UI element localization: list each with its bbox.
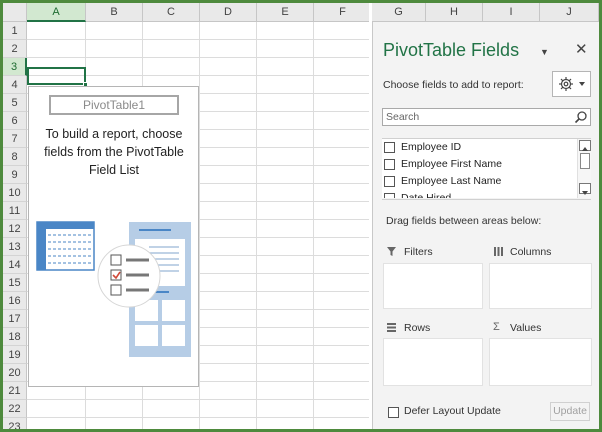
gridline bbox=[27, 417, 369, 418]
row-header-8[interactable]: 8 bbox=[3, 148, 27, 166]
row-header-5[interactable]: 5 bbox=[3, 94, 27, 112]
choose-fields-label: Choose fields to add to report: bbox=[383, 79, 524, 91]
field-checkbox[interactable] bbox=[384, 176, 395, 187]
field-list-scrollbar[interactable] bbox=[577, 139, 591, 198]
field-search-input[interactable]: Search bbox=[382, 108, 591, 126]
row-header-17[interactable]: 17 bbox=[3, 310, 27, 328]
row-header-9[interactable]: 9 bbox=[3, 166, 27, 184]
column-header-i[interactable]: I bbox=[483, 3, 540, 22]
update-button[interactable]: Update bbox=[550, 402, 590, 421]
field-label: Employee ID bbox=[401, 141, 462, 153]
row-header-12[interactable]: 12 bbox=[3, 220, 27, 238]
field-label: Employee First Name bbox=[401, 158, 502, 170]
column-header-g[interactable]: G bbox=[372, 3, 426, 22]
pivottable-illustration-icon bbox=[29, 217, 200, 367]
field-item-employee-last-name[interactable]: Employee Last Name bbox=[384, 173, 572, 190]
pane-title: PivotTable Fields bbox=[383, 40, 520, 60]
row-header-15[interactable]: 15 bbox=[3, 274, 27, 292]
field-checkbox[interactable] bbox=[384, 159, 395, 170]
pivottable-instructions: To build a report, choose fields from th… bbox=[35, 125, 193, 179]
row-header-2[interactable]: 2 bbox=[3, 40, 27, 58]
field-item-date-hired[interactable]: Date Hired bbox=[384, 190, 572, 198]
values-area-label: Values bbox=[510, 322, 542, 334]
pane-options-dropdown-icon[interactable]: ▼ bbox=[540, 47, 550, 57]
sigma-icon: Σ bbox=[493, 321, 500, 333]
column-header-e[interactable]: E bbox=[257, 3, 314, 22]
pivottable-placeholder[interactable]: PivotTable1 To build a report, choose fi… bbox=[28, 86, 199, 387]
row-header-7[interactable]: 7 bbox=[3, 130, 27, 148]
values-drop-area[interactable] bbox=[489, 338, 592, 386]
gridline bbox=[256, 22, 257, 429]
search-icon[interactable] bbox=[574, 110, 588, 124]
columns-drop-area[interactable] bbox=[489, 263, 592, 309]
gridline bbox=[27, 399, 369, 400]
row-header-19[interactable]: 19 bbox=[3, 346, 27, 364]
column-header-h[interactable]: H bbox=[426, 3, 483, 22]
rows-drop-area[interactable] bbox=[383, 338, 483, 386]
row-header-20[interactable]: 20 bbox=[3, 364, 27, 382]
row-header-3[interactable]: 3 bbox=[3, 58, 27, 76]
field-checkbox[interactable] bbox=[384, 193, 395, 198]
row-header-6[interactable]: 6 bbox=[3, 112, 27, 130]
filters-area-label: Filters bbox=[404, 246, 433, 258]
row-header-11[interactable]: 11 bbox=[3, 202, 27, 220]
column-header-c[interactable]: C bbox=[143, 3, 200, 22]
pivottable-name-label: PivotTable1 bbox=[49, 95, 179, 115]
rows-icon bbox=[386, 322, 397, 336]
search-placeholder: Search bbox=[386, 111, 420, 123]
gridline bbox=[27, 39, 369, 40]
gridline bbox=[313, 22, 314, 429]
field-item-employee-id[interactable]: Employee ID bbox=[384, 139, 572, 156]
pivottable-fields-pane: PivotTable Fields ▼ ✕ Choose fields to a… bbox=[372, 22, 599, 429]
app-window: A B C D E F 1 2 3 4 5 6 7 8 9 10 11 12 1… bbox=[0, 0, 602, 432]
close-icon[interactable]: ✕ bbox=[575, 42, 588, 57]
scroll-down-icon[interactable] bbox=[579, 183, 591, 195]
column-header-b[interactable]: B bbox=[86, 3, 143, 22]
row-header-13[interactable]: 13 bbox=[3, 238, 27, 256]
filters-drop-area[interactable] bbox=[383, 263, 483, 309]
column-header-d[interactable]: D bbox=[200, 3, 257, 22]
row-header-18[interactable]: 18 bbox=[3, 328, 27, 346]
scroll-up-icon[interactable] bbox=[579, 140, 591, 151]
gridline bbox=[27, 57, 369, 58]
scrollbar-thumb[interactable] bbox=[580, 153, 590, 169]
column-header-a[interactable]: A bbox=[27, 3, 86, 22]
row-header-1[interactable]: 1 bbox=[3, 22, 27, 40]
column-header-j[interactable]: J bbox=[540, 3, 599, 22]
column-header-f[interactable]: F bbox=[314, 3, 369, 22]
field-checkbox[interactable] bbox=[384, 142, 395, 153]
field-list[interactable]: Employee ID Employee First Name Employee… bbox=[382, 138, 591, 198]
rows-area-label: Rows bbox=[404, 322, 431, 334]
defer-layout-checkbox[interactable] bbox=[388, 407, 399, 418]
field-list-settings-button[interactable] bbox=[552, 71, 591, 97]
defer-layout-label: Defer Layout Update bbox=[404, 405, 501, 417]
instruction-line: fields from the PivotTable bbox=[44, 145, 184, 159]
instruction-line: Field List bbox=[88, 163, 140, 177]
select-all-corner[interactable] bbox=[3, 3, 27, 22]
row-header-16[interactable]: 16 bbox=[3, 292, 27, 310]
field-label: Employee Last Name bbox=[401, 175, 502, 187]
worksheet-grid[interactable]: A B C D E F 1 2 3 4 5 6 7 8 9 10 11 12 1… bbox=[3, 3, 369, 429]
row-header-21[interactable]: 21 bbox=[3, 382, 27, 400]
row-header-4[interactable]: 4 bbox=[3, 76, 27, 94]
row-header-22[interactable]: 22 bbox=[3, 400, 27, 418]
columns-area-label: Columns bbox=[510, 246, 552, 258]
row-header-14[interactable]: 14 bbox=[3, 256, 27, 274]
filter-icon bbox=[386, 246, 397, 260]
pane-divider bbox=[382, 199, 591, 200]
field-label: Date Hired bbox=[401, 192, 452, 198]
instruction-line: To build a report, choose bbox=[45, 127, 183, 141]
drag-fields-label: Drag fields between areas below: bbox=[386, 215, 542, 227]
field-item-employee-first-name[interactable]: Employee First Name bbox=[384, 156, 572, 173]
columns-icon bbox=[493, 246, 504, 260]
selected-cell-a3[interactable] bbox=[27, 67, 86, 85]
row-header-10[interactable]: 10 bbox=[3, 184, 27, 202]
row-header-23[interactable]: 23 bbox=[3, 418, 27, 429]
gear-icon bbox=[559, 77, 585, 91]
